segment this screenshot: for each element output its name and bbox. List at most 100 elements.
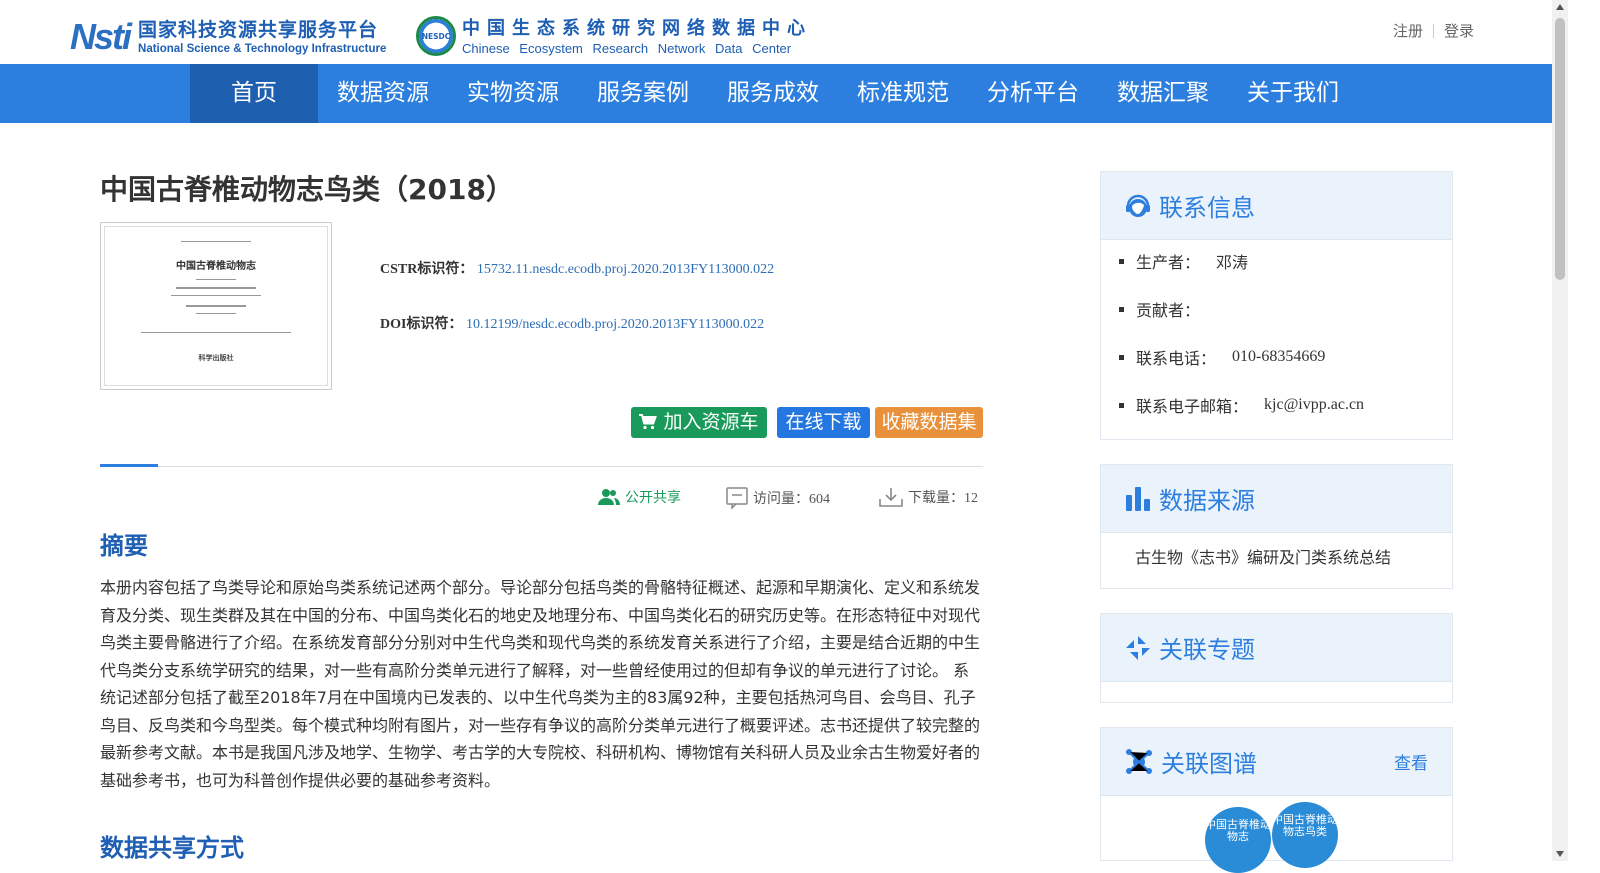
download-count-label: 下载量：12 — [908, 491, 978, 506]
add-to-cart-button[interactable]: 加入资源车 — [631, 407, 767, 438]
nstl-logo-cn: 国家科技资源共享服务平台 — [138, 19, 379, 41]
nav-item-home[interactable]: 首页 — [190, 64, 318, 123]
login-link[interactable]: 登录 — [1444, 20, 1474, 41]
cover-title: 中国古脊椎动物志 — [176, 261, 256, 272]
dataset-cover-image: 中国古脊椎动物志 科学出版社 — [100, 222, 332, 390]
contact-info-panel: 联系信息 生产者： 邓涛 贡献者： 联系电话： 010-68354669 联系电子邮… — [1100, 171, 1453, 440]
cstr-link[interactable]: 15732.11.nesdc.ecodb.proj.2020.2013FY113… — [477, 262, 774, 277]
visit-count-label: 访问量：604 — [753, 492, 830, 507]
nesdc-logo-cn: 中国生态系统研究网络数据中心 — [462, 17, 812, 39]
data-source-value: 古生物《志书》编研及门类系统总结 — [1135, 548, 1392, 567]
list-item: 贡献者： — [1119, 285, 1434, 333]
related-topic-title: 关联专题 — [1159, 636, 1255, 664]
producer-label: 生产者： — [1136, 253, 1201, 272]
site-header: Nsti 国家科技资源共享服务平台 National Science & Tec… — [0, 0, 1552, 64]
cover-publisher: 科学出版社 — [198, 354, 234, 362]
comment-icon — [726, 487, 748, 509]
nstl-logo-mark: Nsti — [70, 16, 132, 57]
cart-icon — [639, 411, 663, 433]
public-share-label: 公开共享 — [625, 490, 681, 506]
support-agent-icon — [1126, 194, 1150, 217]
add-to-cart-label: 加入资源车 — [663, 411, 759, 433]
related-graph-title: 关联图谱 — [1161, 750, 1257, 778]
nav-item-service-results[interactable]: 服务成效 — [708, 64, 838, 123]
users-icon — [598, 489, 620, 505]
online-download-button[interactable]: 在线下载 — [777, 407, 870, 438]
graph-node[interactable]: 中国古脊椎动物志 — [1205, 807, 1271, 873]
doi-link[interactable]: 10.12199/nesdc.ecodb.proj.2020.2013FY113… — [466, 317, 764, 332]
nav-item-about-us[interactable]: 关于我们 — [1228, 64, 1358, 123]
cover-decoration — [196, 279, 236, 280]
scroll-thumb[interactable] — [1555, 18, 1565, 280]
graph-node[interactable]: 中国古脊椎动物志鸟类 — [1272, 802, 1338, 868]
phone-label: 联系电话： — [1136, 349, 1217, 368]
data-source-header: 数据来源 — [1101, 465, 1452, 533]
list-item: 联系电子邮箱： kjc@ivpp.ac.cn — [1119, 381, 1434, 429]
abstract-text: 本册内容包括了鸟类导论和原始鸟类系统记述两个部分。导论部分包括鸟类的骨骼特征概述… — [100, 578, 981, 790]
list-item: 联系电话： 010-68354669 — [1119, 333, 1434, 381]
phone-value: 010-68354669 — [1232, 348, 1326, 365]
related-topic-header: 关联专题 — [1101, 614, 1452, 682]
nav-item-data-resources[interactable]: 数据资源 — [318, 64, 448, 123]
page-scrollbar[interactable] — [1552, 0, 1568, 861]
cover-decoration — [176, 287, 256, 289]
cover-decoration — [141, 332, 291, 333]
contributor-label: 贡献者： — [1136, 301, 1201, 320]
nesdc-logo-en: Chinese Ecosystem Research Network Data … — [462, 40, 792, 56]
nav-list: 首页 数据资源 实物资源 服务案例 服务成效 标准规范 分析平台 数据汇聚 关于… — [190, 64, 1358, 123]
network-graph-icon — [1126, 748, 1152, 774]
list-item: 生产者： 邓涛 — [1119, 237, 1434, 285]
cover-decoration — [171, 295, 261, 296]
contact-info-title: 联系信息 — [1159, 194, 1255, 222]
cstr-label: CSTR标识符： — [380, 262, 474, 277]
download-count-stat: 下载量：12 — [879, 487, 978, 507]
abstract-heading: 摘要 — [100, 532, 148, 560]
doi-label: DOI标识符： — [380, 317, 463, 332]
cover-decoration — [181, 241, 251, 242]
favorite-dataset-button[interactable]: 收藏数据集 — [875, 407, 983, 438]
bar-chart-icon — [1126, 486, 1150, 511]
visit-count-stat: 访问量：604 — [726, 487, 830, 509]
nesdc-logo[interactable]: NESDC 中国生态系统研究网络数据中心 Chinese Ecosystem R… — [416, 16, 812, 56]
related-graph-panel: 关联图谱 查看 中国古脊椎动物志 中国古脊椎动物志鸟类 — [1100, 727, 1453, 873]
auth-divider — [1432, 23, 1434, 38]
page-edge — [1568, 0, 1600, 861]
producer-value: 邓涛 — [1216, 255, 1249, 272]
nav-item-standards[interactable]: 标准规范 — [838, 64, 968, 123]
doi-identifier: DOI标识符： 10.12199/nesdc.ecodb.proj.2020.2… — [380, 313, 764, 333]
bullet — [1119, 354, 1124, 360]
nstl-logo[interactable]: Nsti 国家科技资源共享服务平台 National Science & Tec… — [70, 18, 386, 56]
data-source-panel: 数据来源 古生物《志书》编研及门类系统总结 — [1100, 464, 1453, 589]
email-label: 联系电子邮箱： — [1136, 397, 1249, 416]
contact-info-list: 生产者： 邓涛 贡献者： 联系电话： 010-68354669 联系电子邮箱： kjc… — [1101, 237, 1452, 429]
contact-info-header: 联系信息 — [1101, 172, 1452, 240]
cstr-identifier: CSTR标识符： 15732.11.nesdc.ecodb.proj.2020.… — [380, 258, 774, 278]
bullet — [1119, 402, 1124, 408]
related-topic-panel: 关联专题 — [1100, 613, 1453, 703]
main-nav: 首页 数据资源 实物资源 服务案例 服务成效 标准规范 分析平台 数据汇聚 关于… — [0, 64, 1552, 123]
nav-item-service-cases[interactable]: 服务案例 — [578, 64, 708, 123]
active-tab-indicator — [100, 464, 158, 467]
cover-decoration — [196, 313, 236, 314]
nav-item-data-aggregation[interactable]: 数据汇聚 — [1098, 64, 1228, 123]
pinwheel-icon — [1126, 635, 1150, 660]
nav-item-analysis-platform[interactable]: 分析平台 — [968, 64, 1098, 123]
data-source-title: 数据来源 — [1159, 487, 1255, 515]
bullet — [1119, 258, 1124, 264]
scroll-down-icon[interactable] — [1556, 851, 1564, 857]
related-graph-header: 关联图谱 查看 — [1101, 728, 1452, 796]
public-share-stat: 公开共享 — [598, 487, 681, 507]
email-value[interactable]: kjc@ivpp.ac.cn — [1264, 396, 1364, 414]
nstl-logo-en: National Science & Technology Infrastruc… — [138, 43, 387, 55]
nesdc-badge-icon: NESDC — [416, 16, 456, 56]
bullet — [1119, 306, 1124, 312]
tab-divider — [100, 466, 983, 467]
download-icon — [879, 488, 903, 507]
auth-links: 注册 登录 — [1393, 20, 1474, 41]
dataset-title: 中国古脊椎动物志鸟类（2018） — [100, 173, 514, 206]
view-graph-link[interactable]: 查看 — [1394, 749, 1428, 774]
register-link[interactable]: 注册 — [1393, 20, 1423, 41]
nav-item-physical-resources[interactable]: 实物资源 — [448, 64, 578, 123]
scroll-up-icon[interactable] — [1556, 4, 1564, 10]
cover-decoration — [186, 305, 246, 307]
